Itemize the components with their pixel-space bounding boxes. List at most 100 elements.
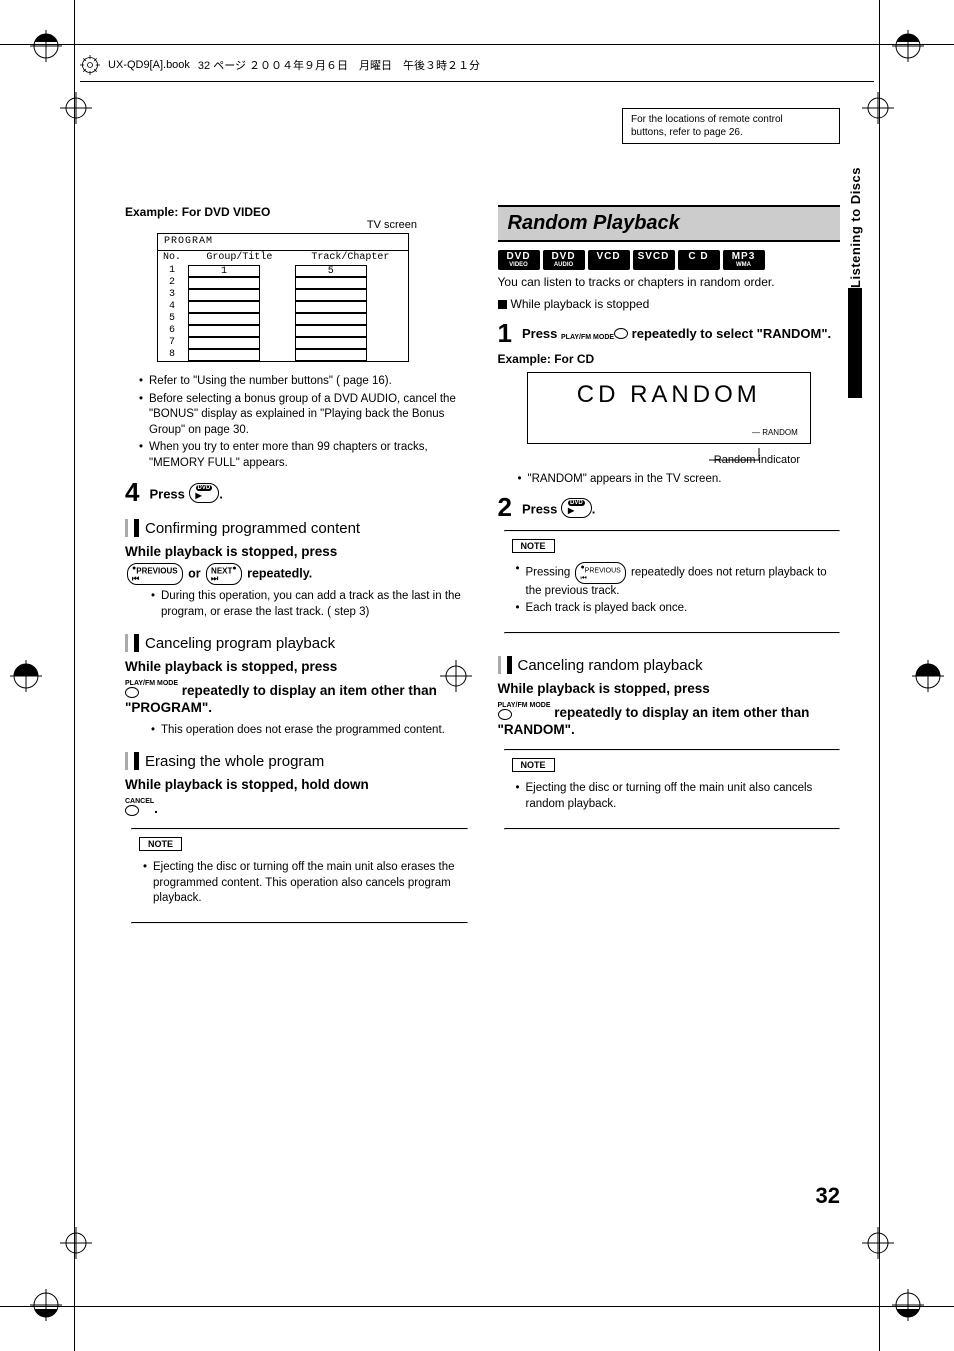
side-tab-marker: [848, 288, 862, 398]
step-1-num: 1: [498, 320, 512, 346]
crop-rule-right: [879, 0, 880, 1351]
random-tv-bullet: "RANDOM" appears in the TV screen.: [518, 472, 841, 488]
reg-mark-br: [892, 1289, 924, 1321]
fmt-dvd-audio: DVDAUDIO: [543, 250, 585, 270]
reg-mark-mr: [912, 660, 944, 692]
row-no: 3: [158, 289, 186, 301]
reg-mark-tl: [30, 30, 62, 62]
note2b-text: Each track is played back once.: [516, 601, 841, 617]
square-icon: [498, 300, 507, 309]
tv-screen-label: TV screen: [157, 219, 417, 231]
while-stopped: While playback is stopped: [498, 296, 841, 312]
previous-icon: ●PREVIOUS⏮: [127, 563, 183, 586]
note-box-2: NOTE Pressing ●PREVIOUS⏮ repeatedly does…: [504, 530, 841, 634]
cell: [295, 301, 367, 313]
format-badges: DVDVIDEO DVDAUDIO VCD SVCD C D MP3WMA: [498, 250, 841, 270]
reg-mark-inner-tr: [862, 92, 894, 124]
fmt-cd: C D: [678, 250, 720, 270]
erase-heading: Erasing the whole program: [145, 753, 324, 770]
reg-mark-inner-tl: [60, 92, 92, 124]
crop-rule-bottom: [0, 1306, 954, 1307]
row-no: 1: [158, 265, 186, 277]
random-intro: You can listen to tracks or chapters in …: [498, 274, 841, 290]
cancel-line1: While playback is stopped, press: [125, 658, 468, 676]
dvd-play-icon: DVD▶: [189, 483, 220, 503]
cancel-program-heading: Canceling program playback: [145, 635, 335, 652]
step-2-num: 2: [498, 494, 512, 520]
random-indicator-caption: Random indicator: [498, 454, 841, 466]
book-source-header: UX-QD9[A].book 32 ページ ２００４年９月６日 月曜日 午後３時…: [80, 55, 874, 82]
cell: [188, 349, 260, 361]
note2a-text: Pressing ●PREVIOUS⏮ repeatedly does not …: [516, 562, 841, 599]
section-tick: [125, 519, 128, 537]
confirm-line2: ●PREVIOUS⏮ or NEXT●⏭ repeatedly.: [125, 563, 468, 586]
fmt-mp3-wma: MP3WMA: [723, 250, 765, 270]
confirm-line1: While playback is stopped, press: [125, 543, 468, 561]
cell: [188, 313, 260, 325]
cancel-icon: CANCEL: [125, 798, 154, 816]
section-tick: [498, 656, 501, 674]
col-group: Group/Title: [186, 251, 293, 265]
ref-box: For the locations of remote control butt…: [622, 108, 840, 144]
cell: [188, 337, 260, 349]
cancel-random-line2: PLAY/FM MODE repeatedly to display an it…: [498, 702, 841, 739]
cancel-line2: PLAY/FM MODE repeatedly to display an it…: [125, 680, 468, 717]
example-dvd-label: Example: For DVD VIDEO: [125, 205, 270, 219]
step-1-text: Press PLAY/FM MODE repeatedly to select …: [522, 320, 831, 343]
bullet-number-buttons: Refer to "Using the number buttons" ( pa…: [139, 374, 468, 390]
row-no: 5: [158, 313, 186, 325]
row-no: 7: [158, 337, 186, 349]
program-table: PROGRAM No. Group/Title Track/Chapter 11…: [157, 233, 409, 362]
side-tab-label: Listening to Discs: [848, 163, 863, 288]
cell: [295, 289, 367, 301]
note-label: NOTE: [139, 837, 182, 851]
erase-line1: While playback is stopped, hold down: [125, 776, 468, 794]
ref-line2: buttons, refer to page 26.: [631, 127, 743, 138]
reg-mark-ml: [10, 660, 42, 692]
section-tick: [134, 519, 139, 537]
confirm-heading: Confirming programmed content: [145, 520, 360, 537]
cell: [188, 325, 260, 337]
reg-mark-inner-bl: [60, 1227, 92, 1259]
cell: [295, 313, 367, 325]
crop-rule-top: [0, 44, 954, 45]
left-column: Example: For DVD VIDEO TV screen PROGRAM…: [125, 205, 468, 926]
confirm-sub-bullet: During this operation, you can add a tra…: [151, 589, 468, 620]
fmt-dvd-video: DVDVIDEO: [498, 250, 540, 270]
section-tick: [507, 656, 512, 674]
note-box-1: NOTE Ejecting the disc or turning off th…: [131, 828, 468, 925]
row-no: 4: [158, 301, 186, 313]
section-tick: [134, 634, 139, 652]
cell: [295, 325, 367, 337]
playfmmode-icon: PLAY/FM MODE: [561, 328, 628, 341]
right-column: Random Playback DVDVIDEO DVDAUDIO VCD SV…: [498, 205, 841, 926]
previous-icon: ●PREVIOUS⏮: [575, 562, 625, 583]
gear-icon: [80, 55, 100, 75]
program-title: PROGRAM: [158, 234, 408, 251]
reg-mark-inner-br: [862, 1227, 894, 1259]
book-page-meta: 32 ページ ２００４年９月６日 月曜日 午後３時２１分: [198, 57, 480, 73]
crop-rule-left: [74, 0, 75, 1351]
section-tick: [125, 752, 128, 770]
playfmmode-icon: PLAY/FM MODE: [125, 680, 178, 698]
random-small-label: — RANDOM: [752, 428, 798, 437]
bullet-memory-full: When you try to enter more than 99 chapt…: [139, 440, 468, 471]
note-label: NOTE: [512, 758, 555, 772]
cell: [188, 277, 260, 289]
next-icon: NEXT●⏭: [206, 563, 242, 586]
cd-random-text: CD RANDOM: [534, 381, 804, 409]
cell: 1: [188, 265, 260, 277]
erase-line2: CANCEL.: [125, 798, 468, 818]
example-cd-label: Example: For CD: [498, 352, 841, 366]
step-4-text: Press DVD▶.: [149, 479, 222, 505]
dvd-play-icon: DVD▶: [561, 498, 592, 518]
cell: [295, 349, 367, 361]
step-2-text: Press DVD▶.: [522, 494, 595, 520]
row-no: 6: [158, 325, 186, 337]
fmt-svcd: SVCD: [633, 250, 675, 270]
cell: [295, 337, 367, 349]
cell: [188, 301, 260, 313]
col-track: Track/Chapter: [293, 251, 408, 265]
ref-line1: For the locations of remote control: [631, 114, 783, 125]
row-no: 2: [158, 277, 186, 289]
